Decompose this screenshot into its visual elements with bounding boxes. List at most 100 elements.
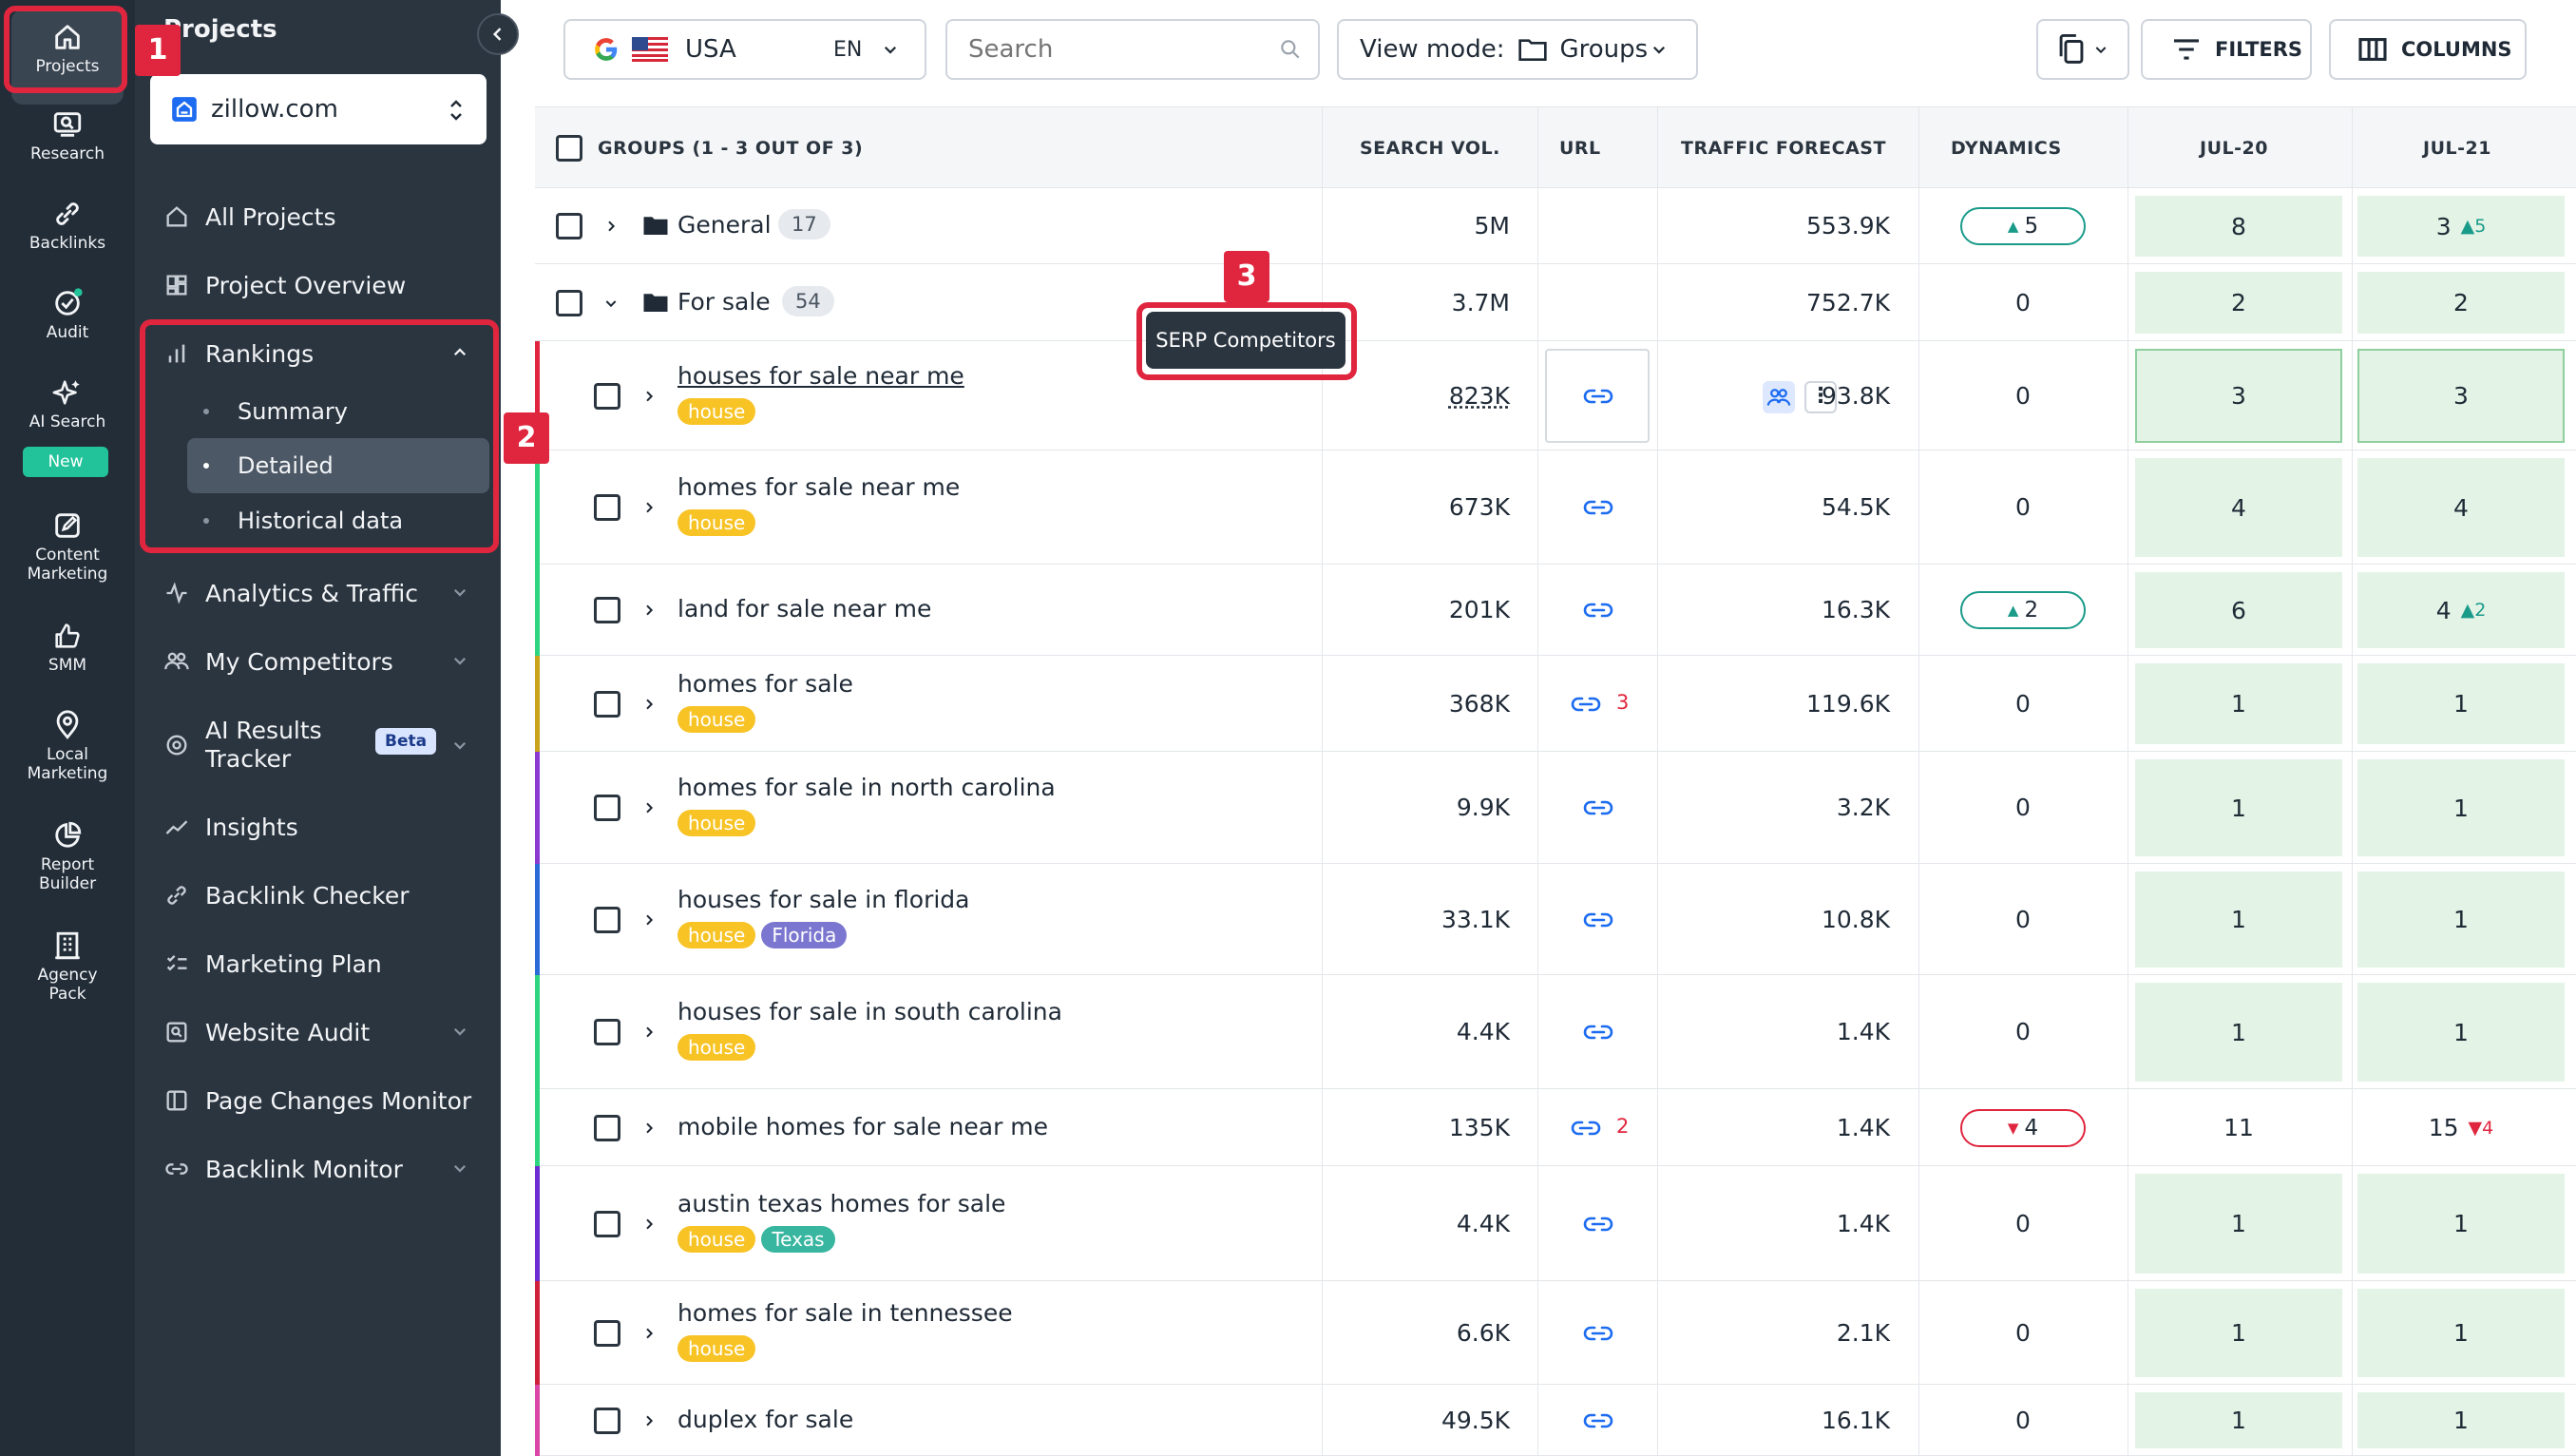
keyword-row[interactable]: houses for sale near me house ⋮ 823K 93.8K 0 3…	[535, 341, 2576, 450]
chevron-right-icon[interactable]	[641, 389, 657, 404]
keyword-text[interactable]: land for sale near me	[677, 595, 931, 623]
chevron-right-icon[interactable]	[641, 1121, 657, 1136]
chevron-right-icon[interactable]	[641, 1025, 657, 1040]
chevron-right-icon[interactable]	[641, 697, 657, 712]
rail-item-local-marketing[interactable]: Local Marketing	[0, 709, 135, 783]
nav-item-my-competitors[interactable]: My Competitors	[135, 627, 501, 696]
rail-item-report-builder[interactable]: Report Builder	[0, 819, 135, 893]
chevron-right-icon[interactable]	[641, 1413, 657, 1428]
keyword-row[interactable]: mobile homes for sale near me 135K 2 1.4K ▼ 4…	[535, 1089, 2576, 1166]
tag-badge[interactable]: house	[677, 705, 756, 733]
keyword-checkbox[interactable]	[594, 795, 620, 821]
keyword-row[interactable]: houses for sale in south carolina house 4.…	[535, 975, 2576, 1089]
nav-item-backlink-checker[interactable]: Backlink Checker	[135, 861, 501, 929]
group-row[interactable]: General 17 5M 553.9K ▲ 5 8 3 ▲5	[535, 188, 2576, 264]
nav-subitem-detailed[interactable]: Detailed	[187, 438, 489, 493]
keyword-row[interactable]: houses for sale in florida house Florida 33…	[535, 864, 2576, 975]
keyword-text[interactable]: mobile homes for sale near me	[677, 1113, 1048, 1140]
keyword-row[interactable]: homes for sale house 368K 3 119.6K 0 1 1	[535, 656, 2576, 752]
keyword-checkbox[interactable]	[594, 1319, 620, 1347]
group-checkbox[interactable]	[556, 289, 582, 316]
keyword-checkbox[interactable]	[594, 597, 620, 623]
column-header-jul-20[interactable]: JUL-20	[2200, 107, 2268, 189]
rail-item-smm[interactable]: SMM	[0, 620, 135, 675]
project-selector[interactable]: zillow.com	[150, 74, 487, 144]
column-header-dynamics[interactable]: DYNAMICS	[1951, 107, 2062, 189]
link-icon[interactable]	[1582, 910, 1614, 929]
nav-item-project-overview[interactable]: Project Overview	[135, 251, 501, 319]
keyword-text[interactable]: homes for sale in tennessee	[677, 1299, 1013, 1327]
keyword-text[interactable]: homes for sale	[677, 670, 853, 698]
column-header-jul-21[interactable]: JUL-21	[2423, 107, 2491, 189]
rail-item-agency-pack[interactable]: Agency Pack	[0, 929, 135, 1004]
keyword-text[interactable]: homes for sale near me	[677, 473, 960, 501]
column-header-groups[interactable]: GROUPS (1 - 3 OUT OF 3)	[598, 107, 863, 189]
keyword-text[interactable]: houses for sale in south carolina	[677, 998, 1062, 1025]
search-field[interactable]	[945, 19, 1320, 80]
tag-badge[interactable]: Texas	[761, 1225, 835, 1253]
keyword-checkbox[interactable]	[594, 906, 620, 933]
rail-item-backlinks[interactable]: Backlinks	[0, 198, 135, 253]
chevron-right-icon[interactable]	[603, 219, 619, 234]
nav-item-backlink-monitor[interactable]: Backlink Monitor	[135, 1135, 501, 1203]
select-all-checkbox[interactable]	[556, 135, 582, 162]
rail-item-ai-search[interactable]: AI Search	[0, 376, 135, 431]
keyword-text[interactable]: austin texas homes for sale	[677, 1190, 1005, 1217]
nav-item-page-changes-monitor[interactable]: Page Changes Monitor	[135, 1066, 501, 1135]
copy-button[interactable]	[2036, 19, 2129, 80]
chevron-right-icon[interactable]	[641, 500, 657, 515]
chevron-right-icon[interactable]	[641, 800, 657, 815]
link-icon[interactable]	[1582, 387, 1614, 406]
nav-subitem-historical-data[interactable]: Historical data	[135, 493, 501, 548]
link-icon[interactable]	[1582, 1023, 1614, 1042]
column-header-url[interactable]: URL	[1559, 107, 1601, 189]
keyword-row[interactable]: homes for sale in tennessee house 6.6K 2.1K…	[535, 1281, 2576, 1385]
link-icon[interactable]	[1582, 1324, 1614, 1343]
rail-item-research[interactable]: Research	[0, 108, 135, 163]
link-icon[interactable]	[1582, 601, 1614, 620]
keyword-checkbox[interactable]	[594, 1210, 620, 1237]
column-header-search-vol[interactable]: SEARCH VOL.	[1360, 107, 1500, 189]
columns-button[interactable]: COLUMNS	[2329, 19, 2527, 80]
tag-badge[interactable]: Florida	[761, 921, 848, 948]
chevron-down-icon[interactable]	[603, 296, 619, 311]
link-icon[interactable]	[1582, 1215, 1614, 1234]
link-icon[interactable]	[1570, 1119, 1602, 1138]
nav-item-all-projects[interactable]: All Projects	[135, 182, 501, 251]
keyword-row[interactable]: austin texas homes for sale house Texas 4.4…	[535, 1166, 2576, 1281]
tag-badge[interactable]: house	[677, 509, 756, 536]
keyword-checkbox[interactable]	[594, 690, 620, 718]
keyword-text[interactable]: duplex for sale	[677, 1406, 853, 1433]
nav-item-analytics-traffic[interactable]: Analytics & Traffic	[135, 559, 501, 627]
keyword-text[interactable]: houses for sale in florida	[677, 886, 970, 913]
rail-item-projects[interactable]: Projects	[0, 10, 135, 105]
tag-badge[interactable]: house	[677, 397, 756, 425]
link-icon[interactable]	[1582, 1411, 1614, 1430]
tag-badge[interactable]: house	[677, 810, 756, 836]
tag-badge[interactable]: house	[677, 1334, 756, 1362]
nav-item-marketing-plan[interactable]: Marketing Plan	[135, 929, 501, 998]
collapse-sidebar-button[interactable]	[477, 13, 519, 55]
keyword-checkbox[interactable]	[594, 1407, 620, 1434]
chevron-right-icon[interactable]	[641, 603, 657, 618]
link-icon[interactable]	[1582, 498, 1614, 517]
keyword-checkbox[interactable]	[594, 494, 620, 521]
group-row[interactable]: For sale 54 3.7M 752.7K 0 2 2	[535, 264, 2576, 341]
chevron-right-icon[interactable]	[641, 1326, 657, 1341]
keyword-row[interactable]: land for sale near me 201K 16.3K ▲ 2 6 4 ▲2	[535, 565, 2576, 656]
tag-badge[interactable]: house	[677, 1034, 756, 1061]
nav-item-website-audit[interactable]: Website Audit	[135, 998, 501, 1066]
chevron-right-icon[interactable]	[641, 1217, 657, 1232]
link-icon[interactable]	[1570, 695, 1602, 714]
rail-item-audit[interactable]: Audit	[0, 287, 135, 342]
view-mode-dropdown[interactable]: View mode: Groups	[1337, 19, 1698, 80]
tag-badge[interactable]: house	[677, 921, 756, 948]
keyword-text[interactable]: homes for sale in north carolina	[677, 774, 1056, 801]
nav-item-ai-results-tracker[interactable]: AI Results Tracker Beta	[135, 707, 501, 783]
chevron-right-icon[interactable]	[641, 912, 657, 928]
keyword-row[interactable]: homes for sale near me house 673K 54.5K 0 4 4	[535, 450, 2576, 565]
nav-subitem-summary[interactable]: Summary	[135, 384, 501, 439]
link-icon[interactable]	[1582, 798, 1614, 817]
keyword-checkbox[interactable]	[594, 1114, 620, 1141]
nav-item-rankings[interactable]: Rankings	[135, 319, 501, 388]
